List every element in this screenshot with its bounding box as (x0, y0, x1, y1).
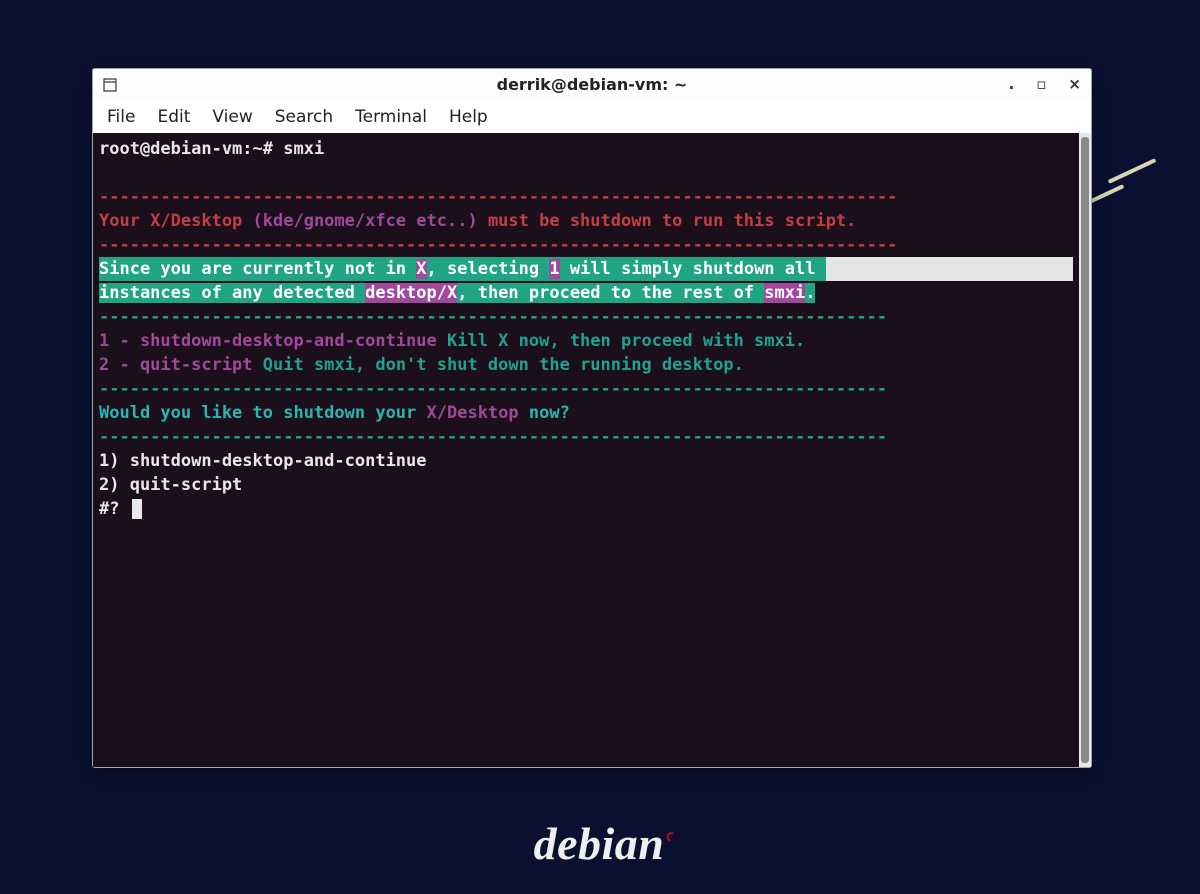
divider-red: ----------------------------------------… (99, 185, 1073, 209)
info-line-1: Since you are currently not in X, select… (99, 257, 826, 281)
menu-terminal[interactable]: Terminal (355, 107, 427, 127)
divider-teal: ----------------------------------------… (99, 305, 1073, 329)
vertical-scrollbar[interactable] (1079, 133, 1091, 767)
window-title: derrik@debian-vm: ~ (193, 75, 991, 94)
info-line-2: instances of any detected desktop/X, the… (99, 283, 815, 303)
menu-help[interactable]: Help (449, 107, 488, 127)
debian-logo: debian (534, 817, 667, 870)
prompt-question-emph: X/Desktop (427, 403, 519, 423)
terminal-output[interactable]: root@debian-vm:~# smxi -----------------… (93, 133, 1079, 767)
input-prompt[interactable]: #? (99, 499, 130, 519)
shell-command: smxi (283, 139, 324, 159)
maximize-button[interactable]: ▫ (1036, 77, 1046, 92)
menu-edit[interactable]: Edit (157, 107, 190, 127)
menu-file[interactable]: File (107, 107, 135, 127)
text-cursor-icon (132, 499, 142, 519)
warning-parenthetical: (kde/gnome/xfce etc..) (242, 211, 488, 231)
close-button[interactable]: × (1068, 77, 1081, 92)
option-1: 1 - shutdown-desktop-and-continue (99, 331, 437, 351)
shell-prompt: root@debian-vm:~# (99, 139, 283, 159)
debian-wordmark: debian (534, 817, 665, 870)
app-menu-icon[interactable] (103, 78, 193, 92)
window-titlebar[interactable]: derrik@debian-vm: ~ . ▫ × (93, 69, 1091, 101)
warning-text-tail: must be shutdown to run this script. (488, 211, 856, 231)
terminal-window: derrik@debian-vm: ~ . ▫ × File Edit View… (92, 68, 1092, 768)
option-2-desc: Quit smxi, don't shut down the running d… (253, 355, 744, 375)
menubar: File Edit View Search Terminal Help (93, 101, 1091, 133)
selection-highlight (826, 257, 1073, 281)
option-1-desc: Kill X now, then proceed with smxi. (437, 331, 805, 351)
warning-text: Your X/Desktop (99, 211, 242, 231)
divider-red-2: ----------------------------------------… (99, 233, 1073, 257)
prompt-question-tail: now? (519, 403, 570, 423)
menu-choice-2: 2) quit-script (99, 473, 1073, 497)
scrollbar-thumb[interactable] (1081, 137, 1089, 763)
option-2: 2 - quit-script (99, 355, 253, 375)
prompt-question: Would you like to shutdown your (99, 403, 427, 423)
divider-teal-3: ----------------------------------------… (99, 425, 1073, 449)
menu-search[interactable]: Search (275, 107, 333, 127)
divider-teal-2: ----------------------------------------… (99, 377, 1073, 401)
menu-choice-1: 1) shutdown-desktop-and-continue (99, 449, 1073, 473)
menu-view[interactable]: View (212, 107, 252, 127)
minimize-button[interactable]: . (1009, 77, 1015, 92)
debian-swirl-icon (665, 830, 678, 843)
